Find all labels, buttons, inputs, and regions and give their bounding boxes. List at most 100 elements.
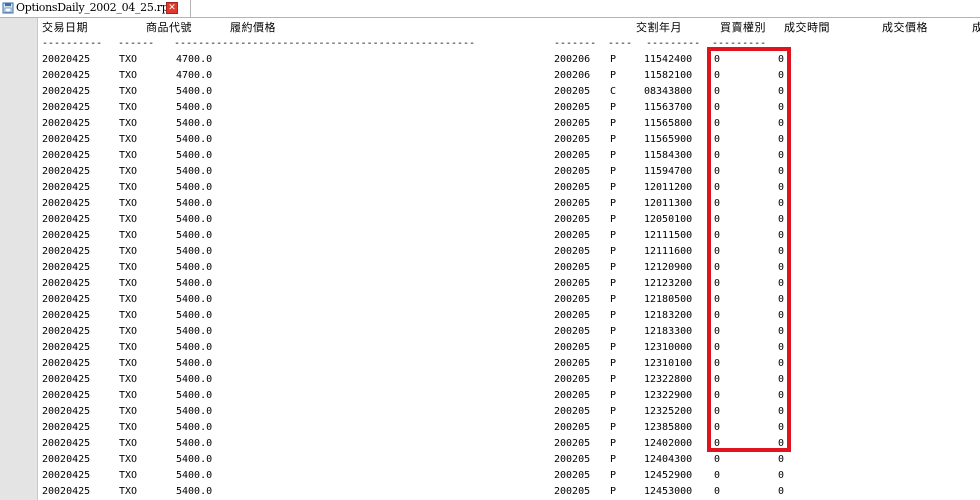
cell-product-code: TXO	[119, 326, 138, 337]
cell-product-code: TXO	[119, 182, 138, 193]
cell-strike-price: 5400.0	[176, 86, 213, 97]
file-tab[interactable]: OptionsDaily_2002_04_25.rpt ✕	[0, 0, 191, 17]
cell-strike-price: 5400.0	[176, 342, 213, 353]
header-trade-date: 交易日期	[42, 21, 88, 34]
table-row: 920020425TXO5400.0200205P1158430000	[38, 148, 980, 164]
cell-call-put: P	[610, 278, 617, 289]
table-row: 1920020425TXO5400.0200205P1218320000	[38, 308, 980, 324]
table-row: 520020425TXO5400.0200205C0834380000	[38, 84, 980, 100]
cell-product-code: TXO	[119, 374, 138, 385]
cell-strike-price: 4700.0	[176, 70, 213, 81]
cell-product-code: TXO	[119, 70, 138, 81]
cell-strike-price: 5400.0	[176, 278, 213, 289]
table-row: 2220020425TXO5400.0200205P1231010000	[38, 356, 980, 372]
cell-call-put: P	[610, 358, 617, 369]
close-icon[interactable]: ✕	[166, 2, 178, 14]
cell-delivery-month: 200205	[554, 166, 591, 177]
cell-value-b: 0	[778, 182, 785, 193]
table-row: 1620020425TXO5400.0200205P1212090000	[38, 260, 980, 276]
text-editor[interactable]: 1 交易日期 商品代號 履約價格 交割年月 買賣權別 成交時間 成交價格 成 2…	[38, 18, 980, 500]
header-line: 1 交易日期 商品代號 履約價格 交割年月 買賣權別 成交時間 成交價格 成	[38, 20, 980, 36]
cell-trade-time: 12325200	[644, 406, 693, 417]
cell-value-b: 0	[778, 230, 785, 241]
cell-product-code: TXO	[119, 134, 138, 145]
cell-call-put: P	[610, 134, 617, 145]
cell-trade-date: 20020425	[42, 102, 91, 113]
cell-trade-date: 20020425	[42, 294, 91, 305]
cell-value-a: 0	[714, 454, 721, 465]
cell-value-b: 0	[778, 166, 785, 177]
cell-call-put: P	[610, 262, 617, 273]
cell-value-a: 0	[714, 150, 721, 161]
cell-product-code: TXO	[119, 358, 138, 369]
cell-strike-price: 5400.0	[176, 214, 213, 225]
cell-call-put: P	[610, 246, 617, 257]
cell-strike-price: 5400.0	[176, 406, 213, 417]
cell-delivery-month: 200205	[554, 454, 591, 465]
cell-strike-price: 5400.0	[176, 310, 213, 321]
separator-segment: ------	[118, 38, 155, 49]
cell-trade-time: 11565900	[644, 134, 693, 145]
separator-line: 2 ---------- ------ --------------------…	[38, 36, 980, 52]
cell-value-b: 0	[778, 406, 785, 417]
cell-value-a: 0	[714, 470, 721, 481]
cell-value-a: 0	[714, 390, 721, 401]
cell-product-code: TXO	[119, 246, 138, 257]
cell-trade-date: 20020425	[42, 70, 91, 81]
cell-product-code: TXO	[119, 310, 138, 321]
cell-strike-price: 5400.0	[176, 454, 213, 465]
cell-trade-date: 20020425	[42, 310, 91, 321]
header-trailing: 成	[972, 21, 980, 34]
cell-strike-price: 5400.0	[176, 438, 213, 449]
table-row: 2320020425TXO5400.0200205P1232280000	[38, 372, 980, 388]
header-delivery-month: 交割年月	[636, 21, 682, 34]
cell-product-code: TXO	[119, 278, 138, 289]
cell-trade-time: 11565800	[644, 118, 693, 129]
cell-strike-price: 5400.0	[176, 486, 213, 497]
cell-strike-price: 4700.0	[176, 54, 213, 65]
cell-call-put: P	[610, 406, 617, 417]
cell-delivery-month: 200205	[554, 230, 591, 241]
cell-trade-time: 12322900	[644, 390, 693, 401]
cell-value-a: 0	[714, 246, 721, 257]
cell-trade-date: 20020425	[42, 262, 91, 273]
cell-trade-date: 20020425	[42, 86, 91, 97]
cell-product-code: TXO	[119, 406, 138, 417]
cell-product-code: TXO	[119, 422, 138, 433]
cell-value-b: 0	[778, 150, 785, 161]
cell-product-code: TXO	[119, 150, 138, 161]
cell-value-b: 0	[778, 54, 785, 65]
cell-value-a: 0	[714, 438, 721, 449]
cell-value-b: 0	[778, 134, 785, 145]
cell-trade-time: 12111500	[644, 230, 693, 241]
cell-product-code: TXO	[119, 294, 138, 305]
cell-trade-date: 20020425	[42, 118, 91, 129]
cell-delivery-month: 200205	[554, 342, 591, 353]
cell-trade-time: 12310000	[644, 342, 693, 353]
separator-segment: ---------	[712, 38, 767, 49]
cell-delivery-month: 200205	[554, 134, 591, 145]
cell-call-put: P	[610, 102, 617, 113]
cell-strike-price: 5400.0	[176, 198, 213, 209]
cell-call-put: C	[610, 86, 617, 97]
table-row: 320020425TXO4700.0200206P1154240000	[38, 52, 980, 68]
cell-delivery-month: 200205	[554, 278, 591, 289]
cell-product-code: TXO	[119, 214, 138, 225]
table-row: 420020425TXO4700.0200206P1158210000	[38, 68, 980, 84]
separator-segment: ----------	[42, 38, 103, 49]
cell-trade-time: 11584300	[644, 150, 693, 161]
table-row: 2820020425TXO5400.0200205P1240430000	[38, 452, 980, 468]
header-strike-price: 履約價格	[230, 21, 276, 34]
cell-delivery-month: 200205	[554, 374, 591, 385]
cell-trade-time: 12452900	[644, 470, 693, 481]
cell-delivery-month: 200205	[554, 438, 591, 449]
cell-call-put: P	[610, 422, 617, 433]
cell-strike-price: 5400.0	[176, 326, 213, 337]
cell-call-put: P	[610, 310, 617, 321]
cell-delivery-month: 200205	[554, 150, 591, 161]
cell-trade-date: 20020425	[42, 406, 91, 417]
table-row: 2520020425TXO5400.0200205P1232520000	[38, 404, 980, 420]
cell-product-code: TXO	[119, 230, 138, 241]
cell-product-code: TXO	[119, 102, 138, 113]
cell-trade-date: 20020425	[42, 358, 91, 369]
